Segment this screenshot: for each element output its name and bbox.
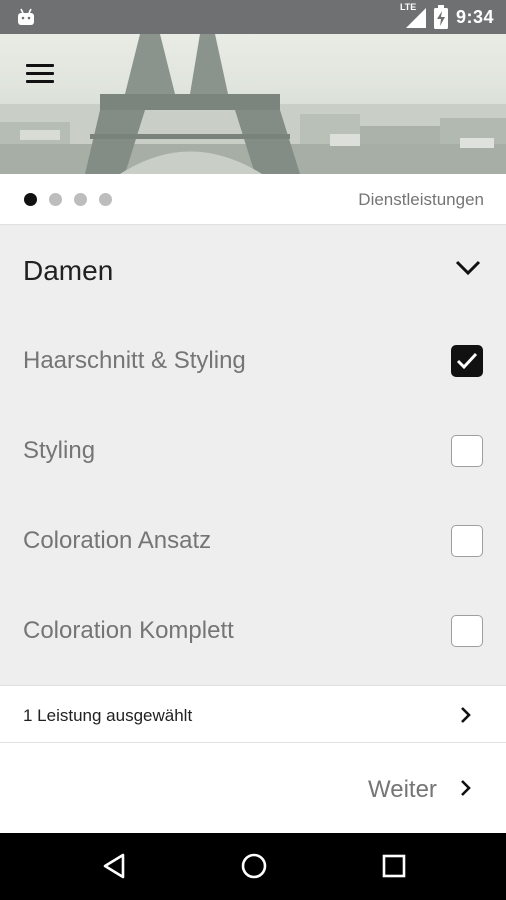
service-row-haarschnitt[interactable]: Haarschnitt & Styling [0,317,506,407]
system-nav-bar [0,833,506,900]
back-icon[interactable] [102,852,126,880]
service-list: Damen Haarschnitt & Styling Styling Colo… [0,225,506,685]
step-dot-1[interactable] [24,193,37,206]
group-header-damen[interactable]: Damen [0,225,506,317]
next-label: Weiter [368,776,437,803]
status-bar: LTE 9:34 [0,0,506,34]
eiffel-tower-photo [0,34,506,174]
step-title: Dienstleistungen [358,190,484,209]
service-label: Haarschnitt & Styling [23,347,246,374]
chevron-down-icon[interactable] [455,259,481,277]
next-button[interactable]: Weiter [0,743,506,833]
recents-icon[interactable] [382,854,406,878]
group-title: Damen [23,255,114,286]
service-label: Coloration Ansatz [23,527,212,554]
step-dot-4[interactable] [99,193,112,206]
service-row-coloration-ansatz[interactable]: Coloration Ansatz [0,497,506,587]
summary-text: 1 Leistung ausgewählt [23,706,193,725]
service-label: Styling [23,437,96,464]
service-checkbox[interactable] [451,615,483,647]
chevron-right-icon [461,707,471,723]
service-checkbox[interactable] [451,345,483,377]
service-checkbox[interactable] [451,525,483,557]
selection-summary[interactable]: 1 Leistung ausgewählt [0,685,506,743]
service-row-styling[interactable]: Styling [0,407,506,497]
signal-icon: LTE [400,2,426,28]
service-label: Coloration Komplett [23,617,234,644]
step-indicator-bar: Dienstleistungen [0,174,506,225]
service-row-coloration-komplett[interactable]: Coloration Komplett [0,587,506,677]
android-icon [18,8,34,25]
checkmark-icon [456,352,478,370]
step-dot-2[interactable] [49,193,62,206]
hamburger-menu-icon [26,64,54,67]
chevron-right-icon [461,780,471,796]
menu-button[interactable] [26,64,54,84]
battery-charging-icon [433,5,448,29]
hero-image [0,34,506,174]
clock: 9:34 [455,6,494,27]
service-checkbox[interactable] [451,435,483,467]
home-icon[interactable] [240,852,268,880]
step-dot-3[interactable] [74,193,87,206]
